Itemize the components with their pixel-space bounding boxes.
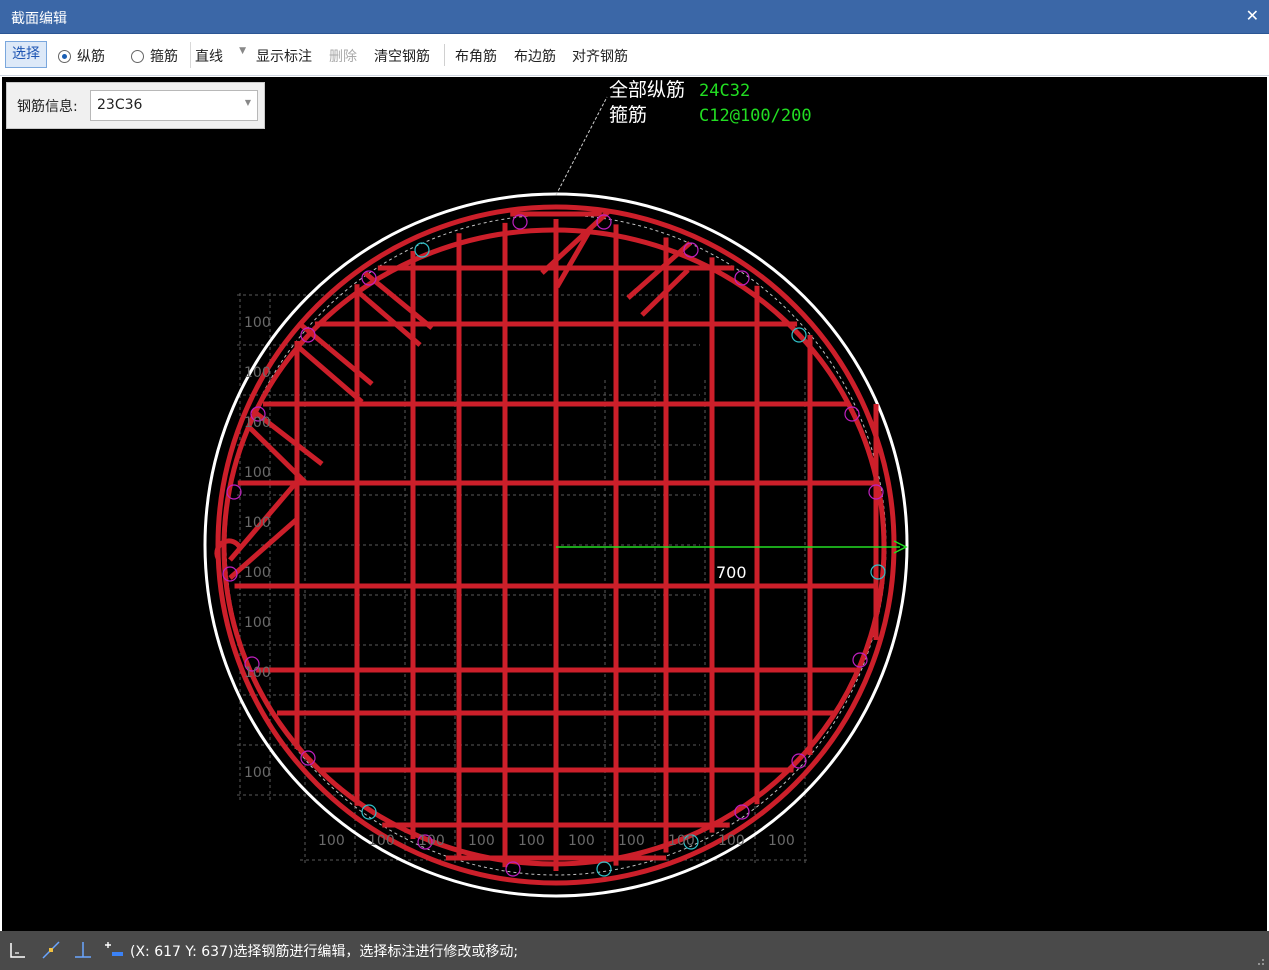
dimension-label-horizontal[interactable]: 100 [368, 833, 395, 849]
status-message: (X: 617 Y: 637)选择钢筋进行编辑，选择标注进行修改或移动; [130, 944, 519, 960]
rebar-info-combobox[interactable]: 23C36 ▼ [90, 90, 258, 121]
dimension-label-vertical[interactable]: 100 [244, 415, 271, 431]
dimension-label-vertical[interactable]: 100 [244, 615, 271, 631]
dimension-label-horizontal[interactable]: 100 [568, 833, 595, 849]
dimension-label-vertical[interactable]: 100 [244, 465, 271, 481]
clear-rebar-button[interactable]: 清空钢筋 [374, 46, 430, 66]
dimension-label-vertical[interactable]: 100 [244, 315, 271, 331]
toolbar: 选择 纵筋 箍筋 直线 ▼ 显示标注 删除 清空钢筋 布角筋 布边筋 对齐钢筋 [0, 36, 1269, 76]
window-title: 截面编辑 [11, 11, 67, 27]
diagonal-tie[interactable] [554, 228, 593, 289]
chevron-down-icon: ▼ [244, 98, 251, 107]
rebar-info-value: 23C36 [97, 97, 143, 113]
radius-dimension-text[interactable]: 700 [716, 563, 747, 582]
line-mode-dropdown[interactable]: 直线 ▼ [190, 42, 250, 68]
snap-icon[interactable] [38, 937, 64, 963]
ortho-icon[interactable] [5, 937, 31, 963]
diagonal-tie[interactable] [540, 210, 610, 275]
radio-checked-icon [58, 50, 71, 63]
select-button[interactable]: 选择 [5, 41, 47, 68]
corner-rebar-button[interactable]: 布角筋 [455, 46, 497, 66]
dimension-label-vertical[interactable]: 100 [244, 365, 271, 381]
status-bar: (X: 617 Y: 637)选择钢筋进行编辑，选择标注进行修改或移动; [0, 931, 1269, 970]
show-annotation-button[interactable]: 显示标注 [256, 46, 312, 66]
title-bar: 截面编辑 ✕ [0, 0, 1269, 34]
longitudinal-bar[interactable] [596, 861, 612, 877]
dimension-label-horizontal[interactable]: 100 [618, 833, 645, 849]
close-icon[interactable]: ✕ [1246, 6, 1259, 25]
rebar-info-panel: 钢筋信息: 23C36 ▼ [6, 82, 265, 129]
line-mode-value: 直线 [195, 49, 223, 65]
dimension-label-horizontal[interactable]: 100 [318, 833, 345, 849]
radio-stirrup[interactable]: 箍筋 [131, 46, 178, 66]
radio-longitudinal[interactable]: 纵筋 [58, 46, 105, 66]
rebar-info-label: 钢筋信息: [17, 99, 78, 115]
delete-button[interactable]: 删除 [329, 46, 357, 66]
value-all-longitudinal[interactable]: 24C32 [699, 81, 750, 101]
radio-unchecked-icon [131, 50, 144, 63]
dimension-label-horizontal[interactable]: 100 [418, 833, 445, 849]
radio-stirrup-label: 箍筋 [150, 49, 178, 65]
dimension-label-vertical[interactable]: 100 [244, 665, 271, 681]
diagonal-tie[interactable] [294, 343, 364, 404]
diagonal-tie[interactable] [298, 322, 374, 386]
label-stirrup[interactable]: 箍筋 [609, 104, 647, 126]
dimension-label-horizontal[interactable]: 100 [718, 833, 745, 849]
resize-grip-icon[interactable] [1255, 956, 1265, 966]
dimension-label-horizontal[interactable]: 100 [768, 833, 795, 849]
perpendicular-icon[interactable] [70, 937, 96, 963]
longitudinal-bar[interactable] [734, 270, 750, 286]
align-rebar-button[interactable]: 对齐钢筋 [572, 46, 628, 66]
value-stirrup[interactable]: C12@100/200 [699, 106, 812, 126]
edge-rebar-button[interactable]: 布边筋 [514, 46, 556, 66]
dimension-label-vertical[interactable]: 100 [244, 765, 271, 781]
radio-longitudinal-label: 纵筋 [77, 49, 105, 65]
dimension-label-horizontal[interactable]: 100 [468, 833, 495, 849]
polar-icon[interactable] [101, 937, 127, 963]
leader-line [555, 96, 608, 196]
toolbar-divider [444, 44, 445, 66]
drawing-canvas[interactable]: 100 100 100 100 100 100 100 100 100 100 100 100 100 1… [2, 77, 1267, 931]
diagonal-tie[interactable] [354, 288, 422, 347]
dimension-label-vertical[interactable]: 100 [244, 565, 271, 581]
label-all-longitudinal[interactable]: 全部纵筋 [609, 79, 685, 101]
chevron-down-icon: ▼ [239, 46, 246, 56]
dimension-label-horizontal[interactable]: 100 [668, 833, 695, 849]
dimension-label-horizontal[interactable]: 100 [518, 833, 545, 849]
dimension-label-vertical[interactable]: 100 [244, 515, 271, 531]
section-drawing[interactable]: 100 100 100 100 100 100 100 100 100 100 100 100 100 1… [2, 77, 1267, 931]
